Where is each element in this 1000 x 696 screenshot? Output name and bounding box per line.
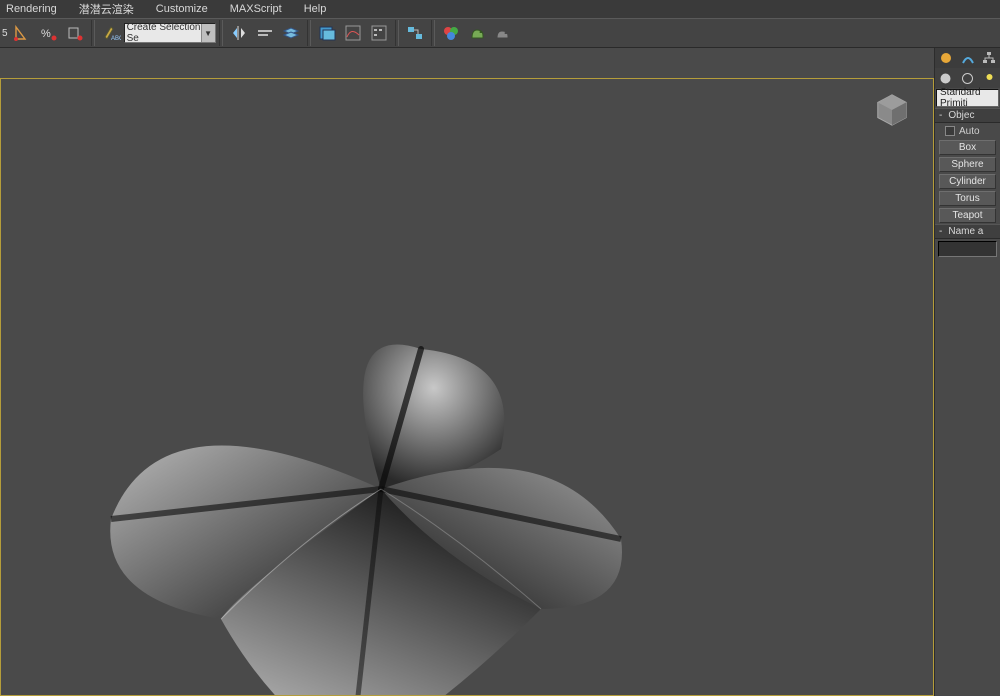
toolbar-separator [431,20,435,46]
workspace: Standard Primiti - Objec Auto Box Sphere… [0,48,1000,696]
toolbar-fragment-label: 5 [2,28,8,39]
autogrid-label: Auto [959,126,980,137]
selection-set-dropdown[interactable]: Create Selection Se ▼ [124,23,216,43]
autogrid-row: Auto [935,123,1000,139]
viewport-container [0,48,934,696]
render-setup-button[interactable] [464,20,490,46]
view-cube[interactable] [873,91,911,129]
autogrid-checkbox[interactable] [945,126,955,136]
shapes-subtab[interactable] [957,68,979,88]
command-panel-tabs [935,48,1000,68]
rollout-collapse-icon: - [939,110,942,121]
name-color-rollout-header[interactable]: - Name a [935,224,1000,239]
menu-cloud-render[interactable]: 潜潜云渲染 [79,1,134,17]
object-name-input[interactable] [938,241,997,257]
command-panel: Standard Primiti - Objec Auto Box Sphere… [934,48,1000,696]
toolbar-separator [307,20,311,46]
perspective-viewport[interactable] [0,78,934,696]
menu-customize[interactable]: Customize [156,3,208,15]
toolbar-separator [91,20,95,46]
render-last-button[interactable] [490,20,516,46]
snap-angle-button[interactable] [10,20,36,46]
object-type-rollout-header[interactable]: - Objec [935,108,1000,123]
hierarchy-tab[interactable] [978,48,1000,68]
align-button[interactable] [252,20,278,46]
edit-named-selection-button[interactable]: ABC [98,20,124,46]
menu-bar: Rendering 潜潜云渲染 Customize MAXScript Help [0,0,1000,18]
svg-text:ABC: ABC [111,36,121,42]
category-dropdown[interactable]: Standard Primiti [936,89,999,107]
menu-help[interactable]: Help [304,3,327,15]
teapot-button[interactable]: Teapot [939,208,996,223]
box-button[interactable]: Box [939,140,996,155]
rollout-collapse-icon: - [939,226,942,237]
lights-subtab[interactable] [978,68,1000,88]
mirror-button[interactable] [226,20,252,46]
schematic-view-button[interactable] [402,20,428,46]
create-tab[interactable] [935,48,957,68]
dope-sheet-button[interactable] [366,20,392,46]
menu-maxscript[interactable]: MAXScript [230,3,282,15]
menu-rendering[interactable]: Rendering [6,3,57,15]
torus-button[interactable]: Torus [939,191,996,206]
manage-layers-button[interactable] [314,20,340,46]
create-subtabs [935,68,1000,88]
3d-object-cross-vault[interactable] [81,289,641,696]
curve-editor-button[interactable] [340,20,366,46]
snap-spinner-button[interactable] [62,20,88,46]
toolbar-separator [395,20,399,46]
rollout-title: Objec [948,110,974,121]
modify-tab[interactable] [957,48,979,68]
toolbar-separator [219,20,223,46]
main-toolbar: 5 % ABC Create Selection Se ▼ [0,18,1000,48]
snap-percent-button[interactable]: % [36,20,62,46]
dropdown-arrow-icon[interactable]: ▼ [201,24,215,42]
layer-manager-button[interactable] [278,20,304,46]
geometry-subtab[interactable] [935,68,957,88]
sphere-button[interactable]: Sphere [939,157,996,172]
rollout-title: Name a [948,226,983,237]
cylinder-button[interactable]: Cylinder [939,174,996,189]
material-editor-button[interactable] [438,20,464,46]
svg-text:%: % [41,28,51,40]
